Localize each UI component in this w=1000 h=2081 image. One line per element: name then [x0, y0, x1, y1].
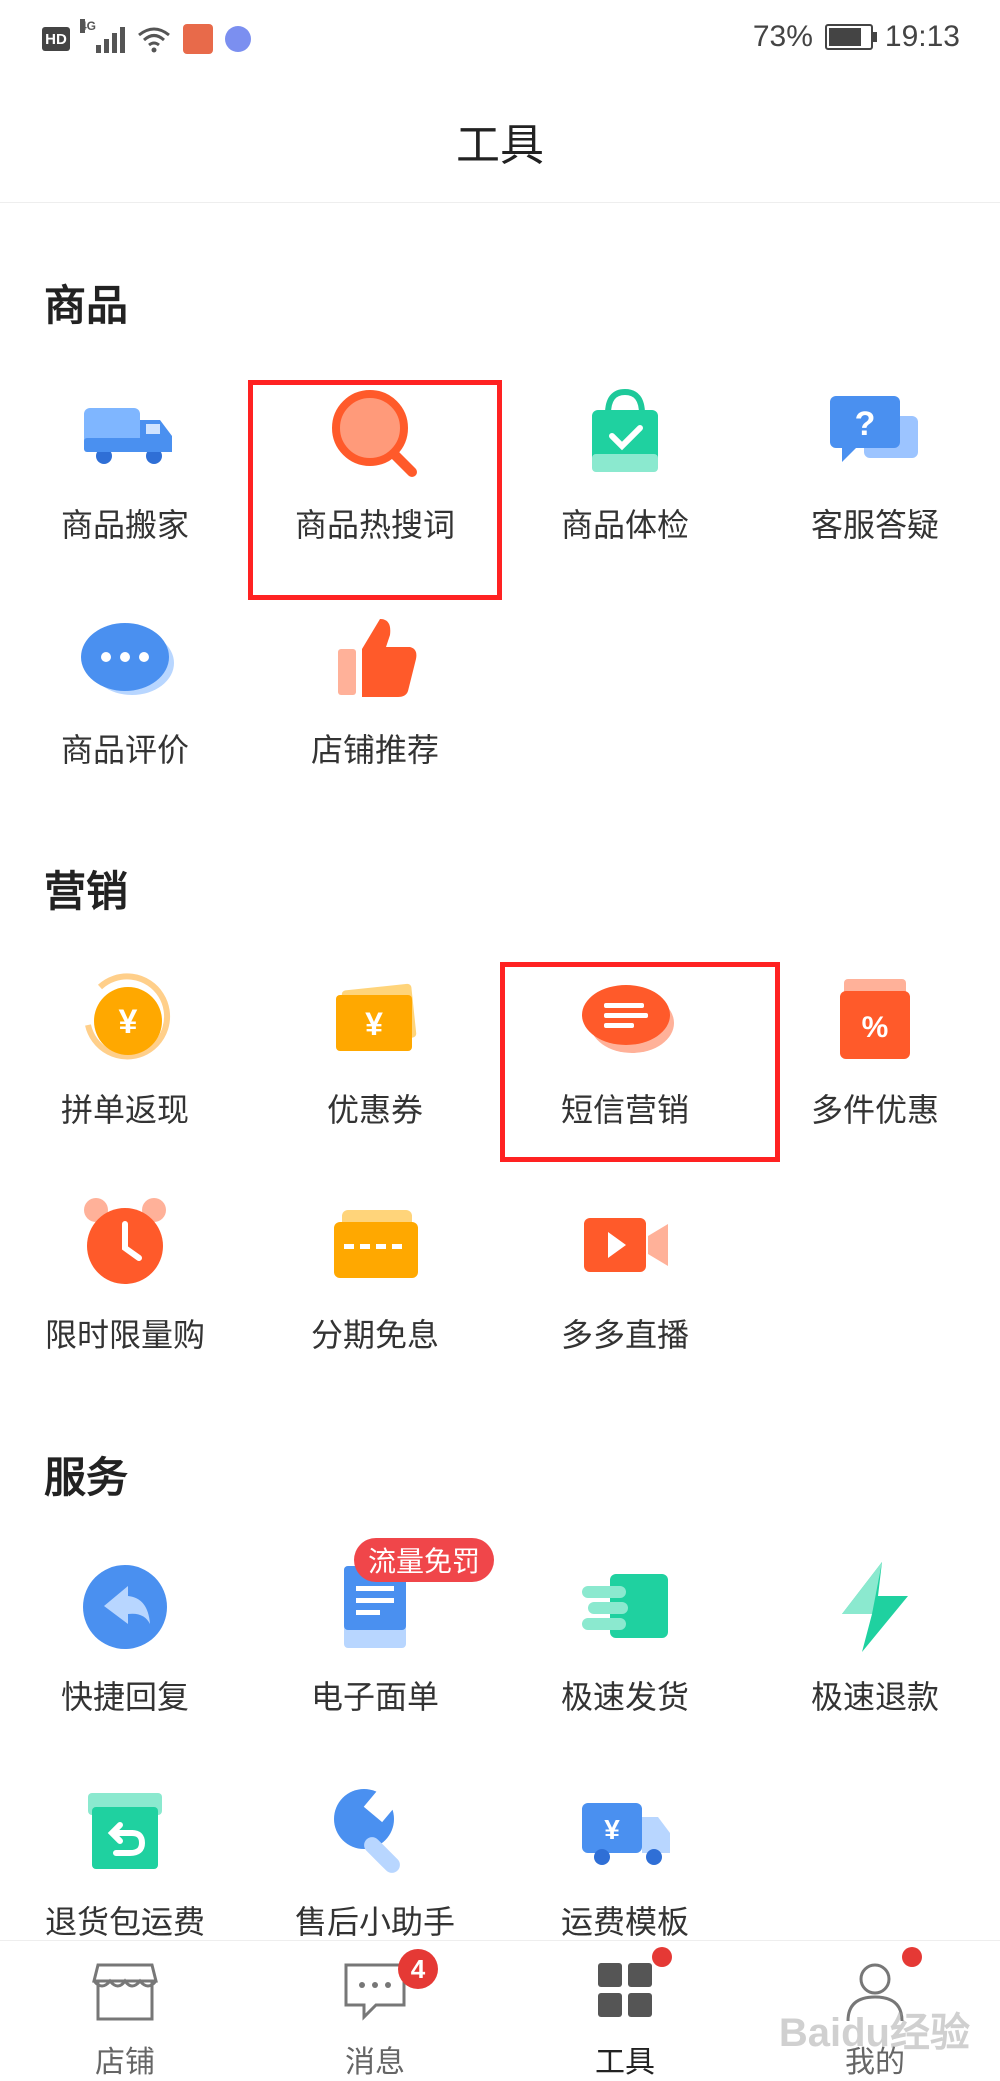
- tool-label: 多件优惠: [810, 1092, 939, 1128]
- section-title-marketing: 营销: [44, 868, 129, 915]
- tool-label: 电子面单: [310, 1679, 439, 1715]
- tab-tools[interactable]: 工具: [500, 1941, 750, 2079]
- tool-label: 售后小助手: [294, 1904, 455, 1940]
- chat-bubble-icon: [81, 623, 174, 695]
- tool-label: 限时限量购: [44, 1317, 205, 1353]
- tool-label: 分期免息: [310, 1317, 439, 1353]
- traffic-exempt-badge: 流量免罚: [354, 1538, 495, 1582]
- tool-e-waybill[interactable]: 电子面单: [250, 1552, 500, 1752]
- reply-icon: [83, 1565, 167, 1649]
- tool-quick-reply[interactable]: 快捷回复: [0, 1552, 250, 1752]
- thumbs-up-icon: [338, 619, 417, 697]
- page-title: 工具: [0, 80, 1000, 203]
- battery-percent: 73%: [752, 20, 813, 53]
- music-icon: [225, 26, 251, 52]
- credit-card-icon: [334, 1210, 418, 1278]
- return-box-icon: [88, 1793, 162, 1869]
- section-title-service: 服务: [44, 1454, 129, 1501]
- app-notification-icon: [183, 24, 213, 54]
- cashback-coin-icon: ¥: [85, 973, 171, 1060]
- shopping-bag-icon: [592, 388, 658, 472]
- svg-text:%: %: [862, 1011, 889, 1044]
- tool-label: 店铺推荐: [310, 732, 439, 768]
- tool-label: 客服答疑: [810, 507, 939, 543]
- tool-coupon[interactable]: ¥ 优惠券: [250, 965, 500, 1165]
- tool-fast-ship[interactable]: 极速发货: [500, 1552, 750, 1752]
- svg-text:?: ?: [855, 405, 876, 443]
- truck-icon: [84, 408, 172, 464]
- notification-dot: [902, 1947, 922, 1967]
- alarm-clock-icon: [84, 1198, 166, 1284]
- tab-store[interactable]: 店铺: [0, 1941, 250, 2079]
- highlight-box-sms-marketing: [500, 962, 780, 1162]
- tool-label: 拼单返现: [60, 1092, 189, 1128]
- svg-text:¥: ¥: [119, 1003, 138, 1041]
- notification-dot: [652, 1947, 672, 1967]
- tab-label: 消息: [345, 2046, 405, 2079]
- tool-label: 极速退款: [810, 1679, 939, 1715]
- delivery-truck-icon: ¥: [582, 1803, 670, 1865]
- tool-fast-refund[interactable]: 极速退款: [750, 1552, 1000, 1752]
- tool-goods-checkup[interactable]: 商品体检: [500, 380, 750, 580]
- tool-label: 极速发货: [560, 1679, 689, 1715]
- tool-label: 商品体检: [560, 507, 689, 543]
- coupon-icon: ¥: [336, 983, 417, 1051]
- signal-icon: 4G: [80, 19, 125, 53]
- wrench-icon: [334, 1789, 400, 1873]
- svg-text:¥: ¥: [604, 1814, 620, 1845]
- section-title-goods: 商品: [44, 282, 129, 329]
- watermark: Baidu经验: [778, 2011, 970, 2055]
- lightning-icon: [842, 1562, 908, 1652]
- tool-installment-free[interactable]: 分期免息: [250, 1190, 500, 1390]
- video-camera-icon: [584, 1218, 668, 1272]
- svg-text:¥: ¥: [365, 1006, 383, 1042]
- hd-icon: HD: [42, 27, 70, 51]
- tool-multi-item-discount[interactable]: % 多件优惠: [750, 965, 1000, 1165]
- discount-box-icon: %: [840, 979, 910, 1059]
- status-bar: HD 4G 73% 19:13: [0, 0, 1000, 80]
- tool-customer-service-qa[interactable]: ? 客服答疑: [750, 380, 1000, 580]
- tool-label: 优惠券: [326, 1092, 423, 1128]
- tool-goods-review[interactable]: 商品评价: [0, 605, 250, 805]
- tool-goods-move[interactable]: 商品搬家: [0, 380, 250, 580]
- tool-label: 商品评价: [60, 732, 189, 768]
- tool-label: 快捷回复: [60, 1679, 189, 1715]
- clock: 19:13: [884, 20, 960, 53]
- battery-icon: [824, 24, 877, 50]
- tool-store-recommend[interactable]: 店铺推荐: [250, 605, 500, 805]
- tool-group-cashback[interactable]: ¥ 拼单返现: [0, 965, 250, 1165]
- question-chat-icon: ?: [830, 396, 918, 462]
- store-icon: [92, 1963, 158, 2021]
- tool-label: 退货包运费: [44, 1904, 205, 1940]
- tab-label: 店铺: [95, 2046, 155, 2079]
- tab-messages[interactable]: 4 消息: [250, 1941, 500, 2079]
- tool-label: 运费模板: [560, 1904, 689, 1940]
- tool-label: 多多直播: [560, 1317, 689, 1353]
- highlight-box-hot-search: [248, 380, 502, 600]
- tab-label: 工具: [595, 2046, 655, 2079]
- tool-limited-purchase[interactable]: 限时限量购: [0, 1190, 250, 1390]
- tool-label: 商品搬家: [60, 507, 189, 543]
- unread-count-badge: 4: [398, 1949, 438, 1989]
- fast-ship-icon: [582, 1574, 668, 1638]
- tool-live-stream[interactable]: 多多直播: [500, 1190, 750, 1390]
- wifi-icon: [138, 27, 170, 53]
- grid-icon: [598, 1963, 652, 2017]
